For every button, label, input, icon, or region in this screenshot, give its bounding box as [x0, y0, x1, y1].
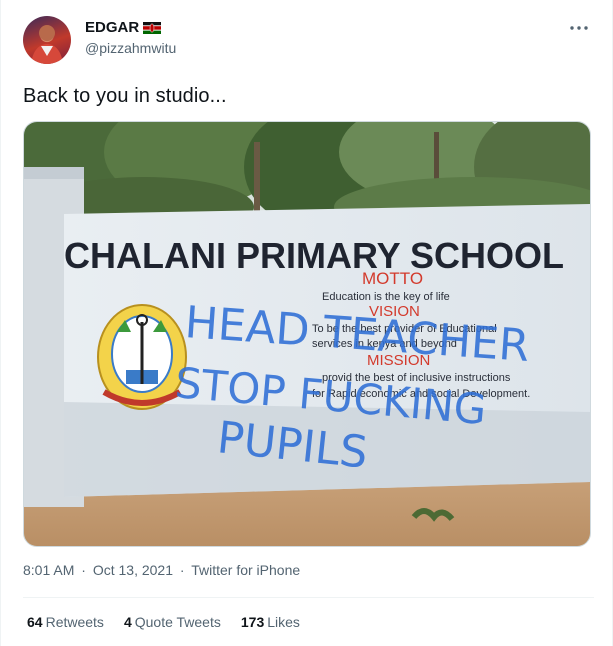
tweet-meta: 8:01 AM · Oct 13, 2021 · Twitter for iPh…: [23, 562, 300, 578]
tweet-time[interactable]: 8:01 AM: [23, 562, 74, 578]
motto-heading: MOTTO: [362, 269, 423, 288]
avatar-person-icon: [31, 25, 63, 64]
retweets-count: 64: [27, 614, 43, 630]
divider: [23, 597, 594, 598]
tweet-card: EDGAR @pizzahmwitu Back to you in studio…: [0, 0, 613, 646]
retweets-stat[interactable]: 64 Retweets: [27, 614, 104, 630]
tweet-text: Back to you in studio...: [23, 85, 227, 107]
likes-label: Likes: [267, 614, 300, 630]
quote-tweets-stat[interactable]: 4 Quote Tweets: [124, 614, 221, 630]
kenya-flag-icon: [143, 22, 162, 34]
motto-text: Education is the key of life: [322, 291, 450, 303]
quote-tweets-label: Quote Tweets: [134, 614, 221, 630]
likes-stat[interactable]: 173 Likes: [241, 614, 300, 630]
school-sign-photo: CHALANI PRIMARY SCHOOL MOTTO Education i…: [24, 122, 590, 546]
display-name[interactable]: EDGAR: [85, 18, 139, 38]
display-name-row[interactable]: EDGAR: [85, 18, 176, 38]
tweet-header: EDGAR @pizzahmwitu: [23, 14, 593, 64]
meta-separator: ·: [81, 562, 86, 578]
tweet-stats: 64 Retweets 4 Quote Tweets 173 Likes: [27, 614, 300, 630]
user-names: EDGAR @pizzahmwitu: [85, 18, 176, 58]
avatar[interactable]: [23, 16, 71, 64]
tweet-source[interactable]: Twitter for iPhone: [191, 562, 300, 578]
quote-tweets-count: 4: [123, 614, 132, 630]
tweet-media-photo[interactable]: CHALANI PRIMARY SCHOOL MOTTO Education i…: [23, 121, 591, 547]
tweet-date[interactable]: Oct 13, 2021: [93, 562, 173, 578]
retweets-label: Retweets: [45, 614, 104, 630]
school-crest: [97, 304, 187, 410]
sign-title: CHALANI PRIMARY SCHOOL: [64, 235, 564, 276]
user-handle[interactable]: @pizzahmwitu: [85, 38, 176, 58]
more-options-icon[interactable]: [567, 16, 591, 40]
likes-count: 173: [240, 614, 265, 630]
meta-separator: ·: [179, 562, 185, 578]
